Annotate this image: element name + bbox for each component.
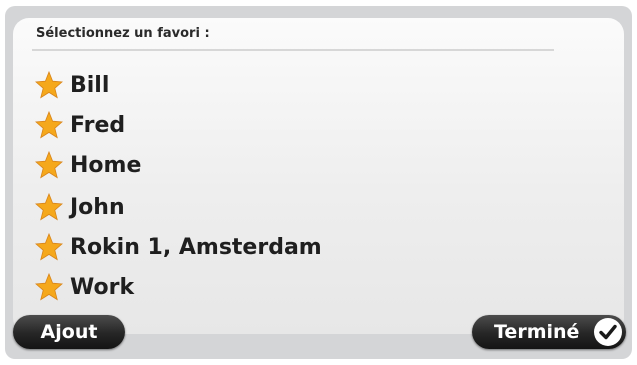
favorite-item-home[interactable]: Home xyxy=(34,149,141,181)
star-icon xyxy=(35,70,63,99)
favorite-label: Work xyxy=(70,274,135,300)
star-icon xyxy=(35,110,63,139)
star-icon xyxy=(35,192,63,221)
done-button[interactable]: Terminé xyxy=(472,315,626,349)
favorite-label: Rokin 1, Amsterdam xyxy=(70,234,322,260)
favorite-label: Home xyxy=(70,152,142,178)
favorite-item-fred[interactable]: Fred xyxy=(34,109,125,141)
favorite-item-bill[interactable]: Bill xyxy=(34,69,109,101)
add-button[interactable]: Ajout xyxy=(13,315,125,349)
favorite-label: Bill xyxy=(70,72,110,98)
star-icon xyxy=(35,272,63,301)
favorite-label: Fred xyxy=(70,112,126,138)
page-title: Sélectionnez un favori : xyxy=(36,26,210,41)
add-button-label: Ajout xyxy=(40,321,98,343)
title-divider xyxy=(32,49,554,51)
star-icon xyxy=(35,232,63,261)
favorite-item-rokin[interactable]: Rokin 1, Amsterdam xyxy=(34,231,322,263)
favorite-item-john[interactable]: John xyxy=(34,191,125,223)
favorite-item-work[interactable]: Work xyxy=(34,271,134,303)
checkmark-icon xyxy=(594,318,622,346)
favorite-label: John xyxy=(70,194,125,220)
done-button-label: Terminé xyxy=(494,321,580,343)
star-icon xyxy=(35,150,63,179)
